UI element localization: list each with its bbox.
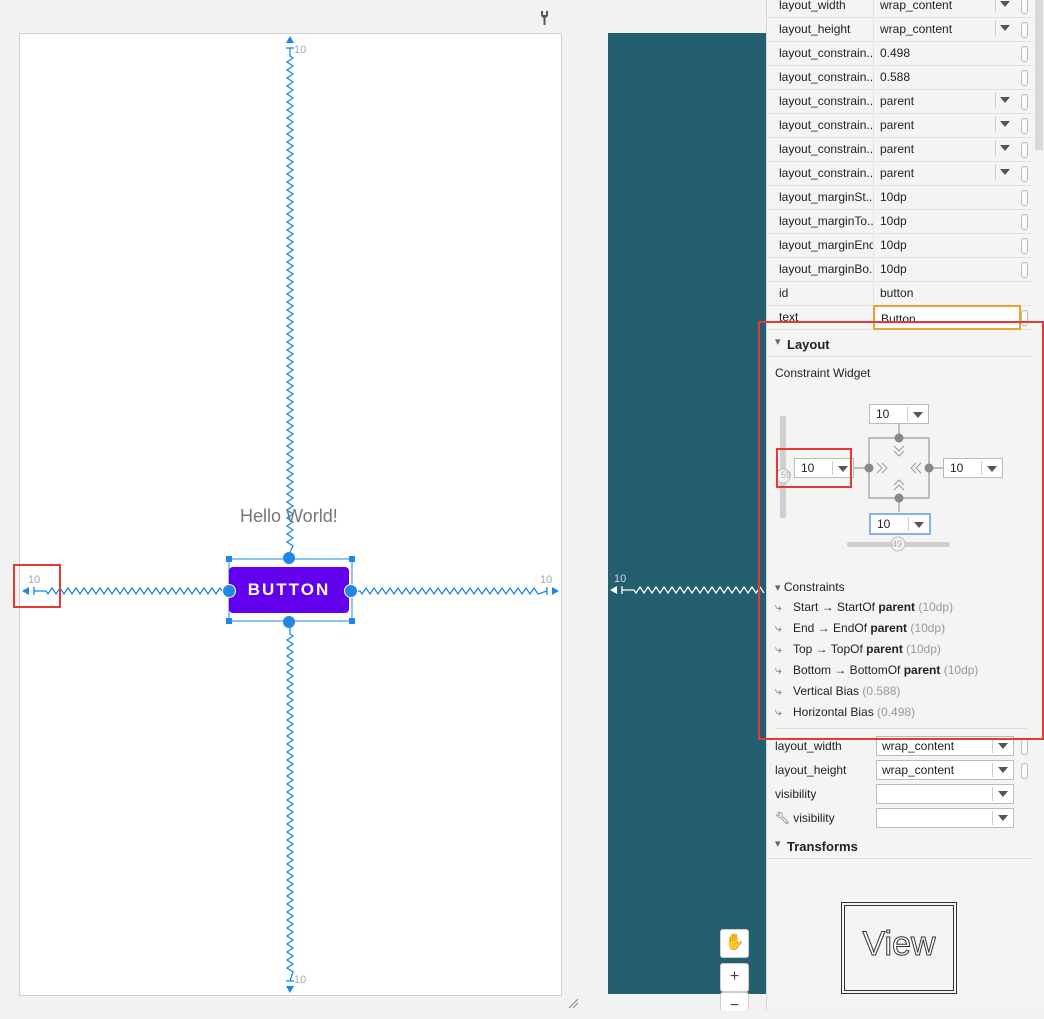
attribute-row: layout_constrain... 0.498 <box>767 41 1033 66</box>
attribute-reference-icon[interactable] <box>1021 22 1028 38</box>
transform-preview: View <box>841 902 957 994</box>
dropdown-icon[interactable] <box>1000 121 1010 127</box>
wrench-icon[interactable] <box>540 10 554 26</box>
layout-property-name: layout_height <box>775 763 847 777</box>
wrench-icon: 🔧︎ <box>775 811 791 825</box>
layout-property-dropdown[interactable] <box>876 808 1014 828</box>
left-anchor[interactable] <box>222 584 236 598</box>
attribute-row: layout_marginBo... 10dp <box>767 257 1033 282</box>
attribute-reference-icon[interactable] <box>1021 94 1028 110</box>
attribute-reference-icon[interactable] <box>1021 142 1028 158</box>
attribute-row: layout_width wrap_content <box>767 0 1033 18</box>
layout-property-dropdown[interactable]: wrap_content <box>876 760 1014 780</box>
pan-hand-icon[interactable]: ✋ <box>720 929 749 958</box>
zoom-in-button[interactable]: + <box>720 963 749 992</box>
attribute-reference-icon[interactable] <box>1021 238 1028 254</box>
attribute-value[interactable]: parent <box>873 137 1018 160</box>
zoom-out-button[interactable]: − <box>720 992 749 1014</box>
layout-property-dropdown[interactable] <box>876 784 1014 804</box>
attribute-name: layout_constrain... <box>779 166 873 180</box>
attribute-name: layout_marginEnd <box>779 238 873 252</box>
attribute-name: layout_marginBo... <box>779 262 873 276</box>
attribute-value[interactable]: parent <box>873 113 1018 136</box>
attribute-value[interactable]: parent <box>873 89 1018 112</box>
attribute-row: layout_marginTo... 10dp <box>767 209 1033 234</box>
attribute-row: layout_constrain... parent <box>767 89 1033 114</box>
blueprint-constraint <box>610 585 765 595</box>
attribute-reference-icon[interactable] <box>1021 190 1028 206</box>
button-widget[interactable]: BUTTON <box>229 567 349 613</box>
left-margin-highlight <box>13 564 61 608</box>
attribute-row: layout_constrain... parent <box>767 113 1033 138</box>
margin-top-label: 10 <box>294 44 307 56</box>
attribute-row: layout_marginEnd 10dp <box>767 233 1033 258</box>
top-anchor[interactable] <box>283 552 295 564</box>
attribute-reference-icon[interactable] <box>1021 0 1028 14</box>
attribute-name: layout_height <box>779 22 851 36</box>
attribute-reference-icon[interactable] <box>1021 118 1028 134</box>
attribute-row: layout_height wrap_content <box>767 17 1033 42</box>
attribute-reference-icon[interactable] <box>1021 214 1028 230</box>
attribute-name: layout_width <box>779 0 846 12</box>
layout-property-name: visibility <box>775 787 817 801</box>
attribute-reference-icon[interactable] <box>1021 46 1028 62</box>
attribute-reference-icon[interactable] <box>1021 262 1028 278</box>
attribute-value[interactable]: 10dp <box>873 233 1018 256</box>
attribute-value[interactable]: 0.498 <box>873 41 1018 64</box>
layout-property-name: 🔧︎ visibility <box>775 811 835 825</box>
margin-right-label: 10 <box>540 574 553 586</box>
dropdown-icon[interactable] <box>1000 25 1010 31</box>
chevron-down-icon: ▾ <box>775 838 781 850</box>
design-canvas[interactable]: Hello World! BUTTON 10 10 10 10 <box>19 33 562 996</box>
layout-property-row: 🔧︎ visibility <box>775 806 1033 830</box>
attribute-row: layout_marginSt... 10dp <box>767 185 1033 210</box>
right-anchor[interactable] <box>344 584 358 598</box>
attribute-row: layout_constrain... parent <box>767 137 1033 162</box>
attribute-value[interactable]: 0.588 <box>873 65 1018 88</box>
attribute-name: layout_constrain... <box>779 118 873 132</box>
attribute-name: layout_marginSt... <box>779 190 873 204</box>
margin-bottom-label: 10 <box>294 974 307 986</box>
blueprint-margin-label: 10 <box>614 573 627 585</box>
attribute-row: layout_constrain... parent <box>767 161 1033 186</box>
attribute-value[interactable]: parent <box>873 161 1018 184</box>
dropdown-icon[interactable] <box>1000 97 1010 103</box>
attribute-name: layout_constrain... <box>779 94 873 108</box>
transform-preview-label: View <box>862 925 936 964</box>
attribute-name: layout_constrain... <box>779 46 873 60</box>
attribute-value[interactable]: wrap_content <box>873 17 1018 40</box>
attribute-name: layout_constrain... <box>779 142 873 156</box>
bottom-anchor[interactable] <box>283 616 295 628</box>
attribute-row: layout_constrain... 0.588 <box>767 65 1033 90</box>
hello-world-text[interactable]: Hello World! <box>240 506 338 527</box>
attribute-name: layout_constrain... <box>779 70 873 84</box>
attribute-reference-icon[interactable] <box>1021 739 1028 755</box>
attribute-row: id button <box>767 281 1033 306</box>
layout-property-row: visibility <box>775 782 1033 806</box>
left-margin-widget-highlight <box>776 448 852 488</box>
attribute-value[interactable]: 10dp <box>873 185 1018 208</box>
attribute-reference-icon[interactable] <box>1021 763 1028 779</box>
attribute-reference-icon[interactable] <box>1021 166 1028 182</box>
layout-section-highlight <box>758 321 1044 740</box>
panel-scrollbar[interactable] <box>1035 0 1043 150</box>
resize-grip-icon[interactable] <box>567 996 579 1009</box>
blueprint-canvas[interactable]: 10 <box>608 33 768 994</box>
dropdown-icon[interactable] <box>1000 169 1010 175</box>
attribute-reference-icon[interactable] <box>1021 70 1028 86</box>
attribute-value[interactable]: 10dp <box>873 209 1018 232</box>
attribute-name: layout_marginTo... <box>779 214 873 228</box>
attribute-name: id <box>779 286 789 300</box>
transforms-section-header[interactable]: ▾ Transforms <box>767 834 1033 859</box>
dropdown-icon[interactable] <box>1000 145 1010 151</box>
dropdown-icon[interactable] <box>1000 1 1010 7</box>
attribute-value[interactable]: button <box>873 281 1018 304</box>
attribute-value[interactable]: wrap_content <box>873 0 1018 16</box>
attribute-value[interactable]: 10dp <box>873 257 1018 280</box>
layout-property-row: layout_height wrap_content <box>775 758 1033 782</box>
layout-property-name: layout_width <box>775 739 842 753</box>
